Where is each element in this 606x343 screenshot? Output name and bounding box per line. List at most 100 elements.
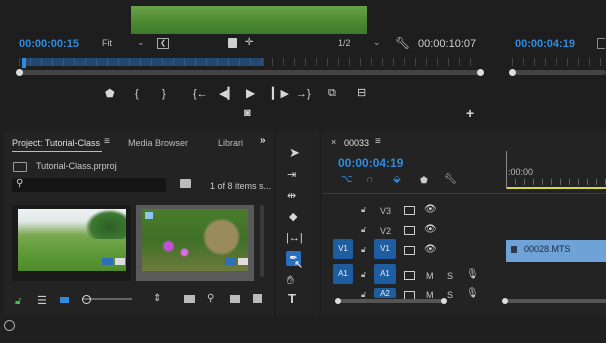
resolution-dropdown[interactable]: 1/2 ⌄ bbox=[336, 37, 382, 51]
program-time-ruler[interactable] bbox=[512, 58, 606, 66]
sync-icon[interactable] bbox=[404, 246, 415, 255]
clip-name: 00028.MTS bbox=[524, 244, 571, 254]
video-badge-icon bbox=[225, 258, 236, 265]
program-timecode[interactable]: 00:00:04:19 bbox=[515, 38, 575, 50]
program-scrollbar[interactable] bbox=[512, 70, 606, 75]
list-view-icon[interactable]: ☰ bbox=[37, 294, 47, 307]
play-icon[interactable]: ▶ bbox=[246, 87, 255, 99]
close-icon[interactable]: × bbox=[331, 137, 336, 147]
step-back-icon[interactable]: ◀▎ bbox=[219, 88, 236, 100]
timeline-h-scrollbar[interactable] bbox=[506, 299, 606, 303]
eye-icon[interactable]: 👁︎ bbox=[424, 244, 437, 255]
razor-icon[interactable]: ◆ bbox=[289, 211, 297, 223]
linked-selection-icon[interactable]: ⬙ bbox=[393, 174, 401, 185]
track-v1-label[interactable]: V1 bbox=[374, 239, 396, 259]
wrench-icon[interactable]: 🔧︎ bbox=[395, 36, 410, 50]
zoom-slider-handle[interactable] bbox=[82, 295, 91, 304]
v1-source-patch[interactable]: V1 bbox=[333, 239, 353, 259]
scroll-handle-right[interactable] bbox=[477, 69, 484, 76]
add-marker-icon[interactable]: ⬟ bbox=[105, 88, 115, 100]
search-input[interactable]: ⚲ bbox=[12, 178, 166, 192]
clip-thumbnail[interactable] bbox=[12, 205, 131, 281]
sort-icon[interactable]: ⇕ bbox=[153, 293, 161, 304]
track-lock-icon[interactable]: 🔓︎ bbox=[361, 245, 366, 255]
step-forward-icon[interactable]: ▎▶ bbox=[272, 88, 289, 100]
hamburger-menu-icon[interactable]: ≡ bbox=[375, 136, 381, 147]
clip-thumbnail[interactable] bbox=[136, 205, 254, 281]
add-marker-icon[interactable]: ⬟ bbox=[420, 175, 428, 186]
eye-icon[interactable]: 👁︎ bbox=[424, 204, 437, 215]
export-frame-icon[interactable]: ◙ bbox=[244, 107, 251, 119]
find-icon[interactable]: ⚲ bbox=[207, 293, 214, 304]
track-lock-icon[interactable]: 🔓︎ bbox=[361, 225, 366, 235]
scroll-handle-right[interactable] bbox=[441, 298, 447, 304]
sync-icon[interactable] bbox=[404, 226, 415, 235]
overwrite-icon[interactable]: ⊟ bbox=[357, 87, 366, 99]
insert-icon[interactable]: ⧉ bbox=[328, 87, 336, 99]
timeline-ruler[interactable]: :00:00 bbox=[506, 151, 606, 189]
solo-button[interactable]: S bbox=[447, 271, 453, 281]
snap-icon[interactable]: ∩ bbox=[366, 174, 373, 185]
search-icon: ⚲ bbox=[16, 178, 24, 189]
sync-icon[interactable] bbox=[404, 206, 415, 215]
clip-badge-icon bbox=[145, 212, 153, 219]
timeline-scrollbar[interactable] bbox=[338, 299, 444, 303]
drag-audio-icon[interactable]: ✛ bbox=[245, 37, 253, 48]
mark-in-icon[interactable]: { bbox=[135, 88, 139, 100]
hamburger-menu-icon[interactable]: ≡ bbox=[104, 136, 110, 147]
sequence-tab[interactable]: 00033 bbox=[344, 138, 369, 148]
go-to-in-icon[interactable]: {← bbox=[193, 88, 208, 100]
hand-tool-icon[interactable]: ✋︎ bbox=[287, 274, 294, 286]
track-lock-icon[interactable]: 🔓︎ bbox=[361, 205, 366, 215]
tab-project[interactable]: Project: Tutorial-Class bbox=[12, 138, 100, 148]
track-a2-label[interactable]: A2 bbox=[374, 288, 396, 298]
type-tool-icon[interactable]: T bbox=[288, 292, 296, 305]
new-item-icon[interactable] bbox=[253, 294, 262, 303]
project-panel: Project: Tutorial-Class ≡ Media Browser … bbox=[4, 131, 273, 315]
nest-icon[interactable]: ⌥ bbox=[341, 174, 353, 185]
drag-video-icon[interactable] bbox=[228, 38, 237, 48]
source-playhead[interactable] bbox=[22, 58, 26, 68]
lock-icon[interactable]: 🔓︎ bbox=[15, 296, 21, 307]
settings-square-icon[interactable]: ❮ bbox=[157, 38, 169, 49]
track-a1-label[interactable]: A1 bbox=[374, 264, 396, 284]
ripple-edit-icon[interactable]: ⇹ bbox=[287, 190, 296, 202]
project-scrollbar[interactable] bbox=[260, 205, 264, 277]
source-timecode[interactable]: 00:00:00:15 bbox=[19, 38, 79, 50]
eye-icon[interactable]: 👁︎ bbox=[424, 224, 437, 235]
more-panels-icon[interactable]: » bbox=[260, 135, 266, 146]
scroll-handle-left[interactable] bbox=[509, 69, 516, 76]
timeline-timecode[interactable]: 00:00:04:19 bbox=[338, 156, 403, 170]
find-icon[interactable] bbox=[180, 179, 191, 188]
ruler-ticks bbox=[506, 179, 606, 185]
tab-libraries[interactable]: Librari bbox=[218, 138, 243, 148]
wrench-icon[interactable]: 🔧︎ bbox=[444, 174, 457, 185]
slip-tool-icon[interactable]: |↔| bbox=[286, 232, 303, 244]
source-scrollbar[interactable] bbox=[19, 70, 481, 75]
add-button-icon[interactable]: + bbox=[466, 106, 474, 120]
fit-dropdown[interactable]: Fit ⌄ bbox=[100, 37, 146, 51]
sync-icon[interactable] bbox=[404, 271, 415, 280]
status-bar bbox=[0, 317, 606, 343]
icon-view-icon[interactable] bbox=[60, 297, 69, 303]
microphone-icon[interactable]: 🎙︎ bbox=[466, 288, 479, 299]
scroll-handle-left[interactable] bbox=[335, 298, 341, 304]
mute-button[interactable]: M bbox=[426, 271, 434, 281]
go-to-out-icon[interactable]: →} bbox=[296, 88, 311, 100]
solo-button[interactable]: S bbox=[447, 290, 453, 300]
track-select-icon[interactable]: ⇥ bbox=[287, 169, 296, 181]
scroll-handle-left[interactable] bbox=[502, 298, 508, 304]
new-bin-icon[interactable] bbox=[230, 295, 240, 303]
timeline-clip[interactable]: 00028.MTS bbox=[506, 240, 606, 262]
automate-icon[interactable] bbox=[184, 295, 195, 303]
status-icon[interactable] bbox=[4, 320, 15, 331]
track-v2-label[interactable]: V2 bbox=[380, 226, 391, 236]
scroll-handle-left[interactable] bbox=[16, 69, 23, 76]
microphone-icon[interactable]: 🎙︎ bbox=[466, 269, 479, 280]
track-lock-icon[interactable]: 🔓︎ bbox=[361, 270, 366, 280]
a1-source-patch[interactable]: A1 bbox=[333, 264, 353, 284]
tab-media-browser[interactable]: Media Browser bbox=[128, 138, 188, 148]
selection-tool-icon[interactable]: ➤ bbox=[289, 146, 300, 159]
track-v3-label[interactable]: V3 bbox=[380, 206, 391, 216]
mark-out-icon[interactable]: } bbox=[162, 88, 166, 100]
